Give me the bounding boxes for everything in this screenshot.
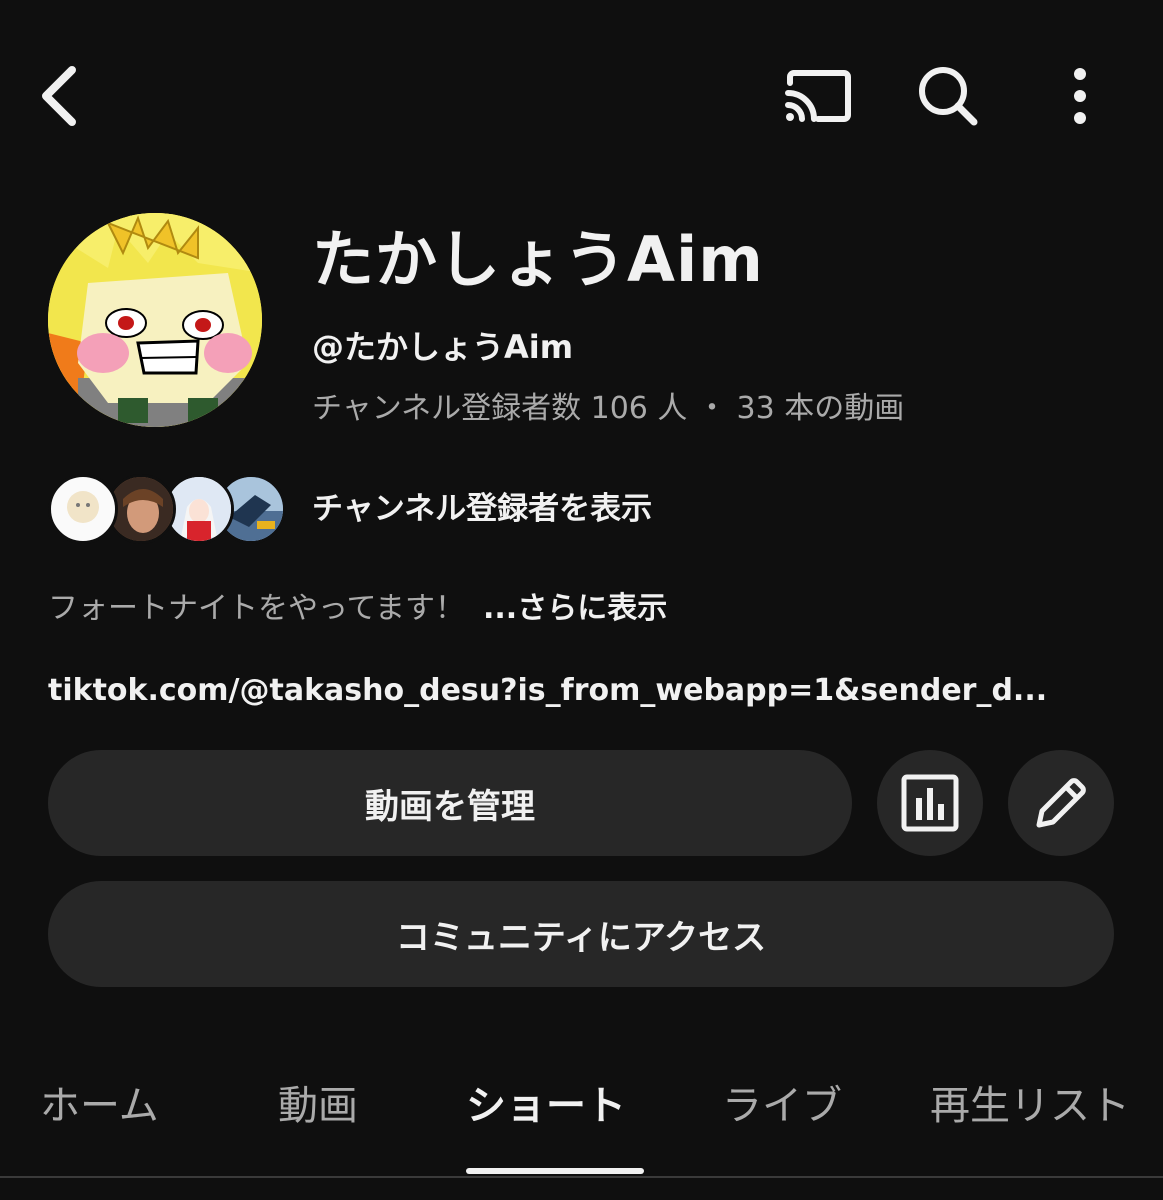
search-button[interactable] xyxy=(910,58,986,134)
pencil-icon xyxy=(1036,778,1086,828)
description-text: フォートナイトをやってます！ xyxy=(48,591,465,626)
tab-home[interactable]: ホーム xyxy=(40,1078,159,1134)
community-access-button[interactable]: コミュニティにアクセス xyxy=(48,881,1114,987)
active-tab-indicator xyxy=(466,1168,644,1174)
channel-stats: チャンネル登録者数 106 人 ・ 33 本の動画 xyxy=(312,391,905,426)
tab-divider xyxy=(0,1176,1163,1178)
avatar-image xyxy=(48,213,262,427)
subscriber-avatar xyxy=(48,474,118,544)
channel-description: フォートナイトをやってます！ ...さらに表示 xyxy=(48,588,667,630)
chevron-left-icon xyxy=(42,66,76,126)
more-vertical-icon xyxy=(1074,68,1086,124)
analytics-icon xyxy=(901,774,959,832)
cast-icon xyxy=(785,70,851,122)
tab-shorts[interactable]: ショート xyxy=(466,1078,626,1134)
tab-playlists[interactable]: 再生リスト xyxy=(930,1078,1130,1134)
cast-button[interactable] xyxy=(775,58,859,134)
community-access-label: コミュニティにアクセス xyxy=(395,917,767,958)
more-options-button[interactable] xyxy=(1042,58,1118,134)
manage-videos-button[interactable]: 動画を管理 xyxy=(48,750,852,856)
external-link[interactable]: tiktok.com/@takasho_desu?is_from_webapp=… xyxy=(48,670,1108,712)
channel-name: たかしょうAim xyxy=(312,223,764,296)
edit-channel-button[interactable] xyxy=(1008,750,1114,856)
tab-live[interactable]: ライブ xyxy=(722,1078,842,1134)
manage-videos-label: 動画を管理 xyxy=(365,786,535,827)
view-subscribers-link[interactable]: チャンネル登録者を表示 xyxy=(312,488,652,530)
show-more-link[interactable]: ...さらに表示 xyxy=(483,591,667,626)
channel-handle: @たかしょうAim xyxy=(312,328,574,366)
channel-avatar[interactable] xyxy=(48,213,262,427)
search-icon xyxy=(919,67,978,126)
analytics-button[interactable] xyxy=(877,750,983,856)
tab-videos[interactable]: 動画 xyxy=(278,1078,358,1134)
back-button[interactable] xyxy=(22,58,98,134)
